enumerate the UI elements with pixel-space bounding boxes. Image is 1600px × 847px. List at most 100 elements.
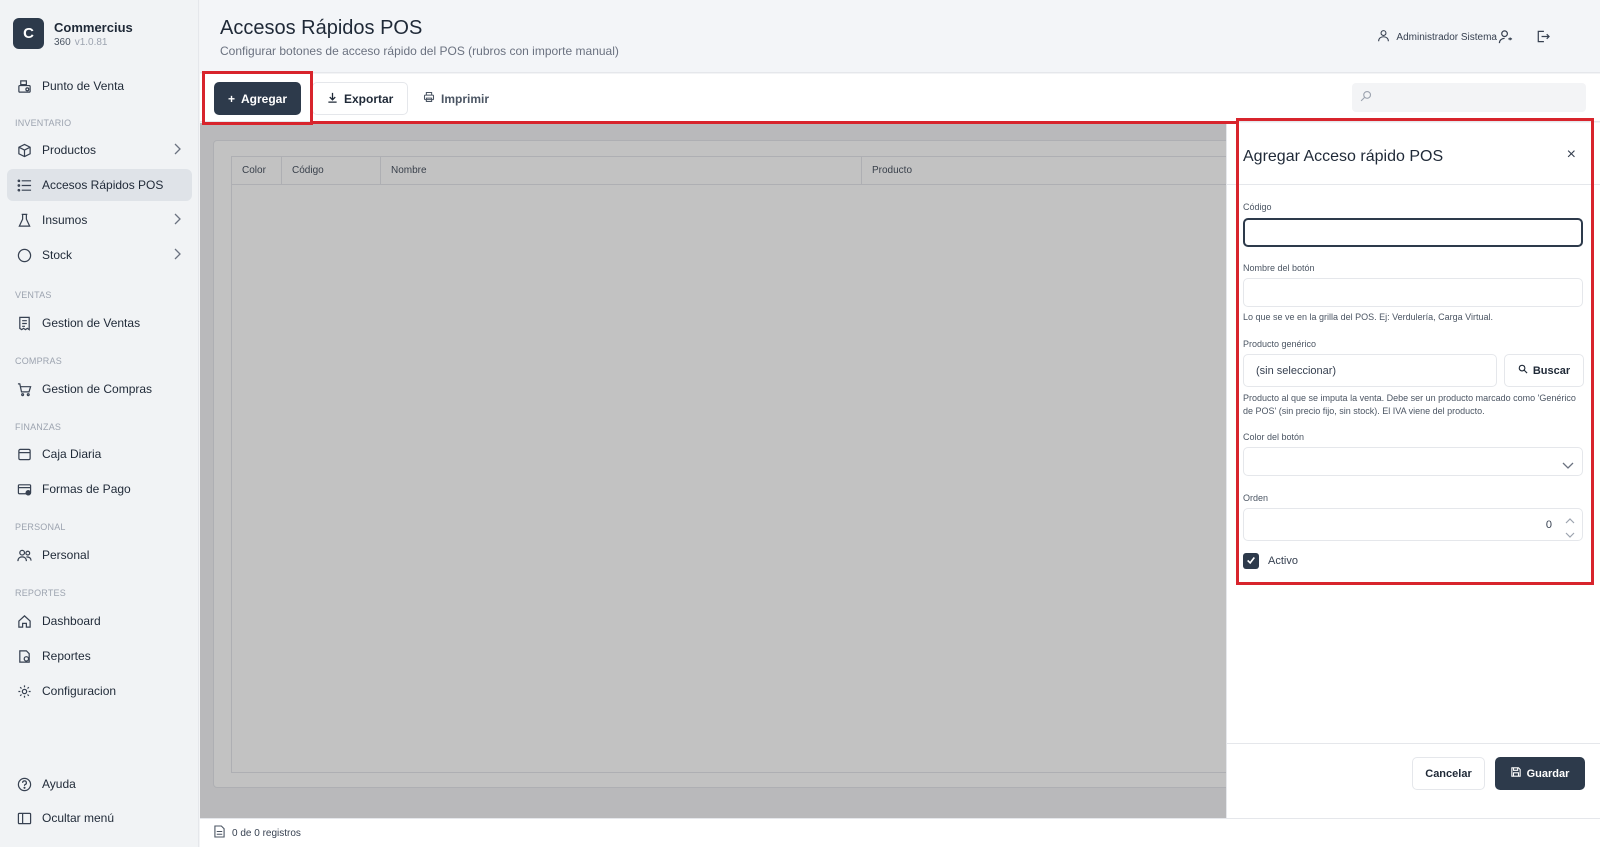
- sidebar-item-dashboard[interactable]: Dashboard: [7, 605, 192, 637]
- orden-label: Orden: [1243, 493, 1269, 503]
- orden-number-input[interactable]: 0: [1243, 508, 1583, 541]
- sidebar-item-label: Caja Diaria: [42, 447, 102, 461]
- report-icon: [16, 648, 32, 664]
- gear-icon: [16, 683, 32, 699]
- sidebar-item-punto-de-venta[interactable]: Punto de Venta: [7, 70, 192, 102]
- nombre-hint: Lo que se ve en la grilla del POS. Ej: V…: [1243, 312, 1493, 322]
- sidebar-item-ocultar-menu[interactable]: Ocultar menú: [7, 802, 192, 834]
- section-personal: PERSONAL: [15, 522, 66, 532]
- box-icon: [16, 142, 32, 158]
- cash-box-icon: [16, 446, 32, 462]
- home-icon: [16, 613, 32, 629]
- brand-version: v1.0.81: [74, 36, 108, 48]
- brand-name: Commercius: [54, 19, 133, 35]
- save-button-label: Guardar: [1526, 767, 1570, 780]
- nombre-label: Nombre del botón: [1243, 263, 1315, 273]
- logout-icon[interactable]: [1532, 26, 1552, 46]
- receipt-icon: [16, 315, 32, 331]
- plus-icon: +: [228, 91, 236, 106]
- sidebar-item-label: Accesos Rápidos POS: [42, 178, 164, 192]
- section-ventas: VENTAS: [15, 290, 52, 300]
- sidebar-item-label: Reportes: [42, 649, 91, 663]
- sidebar-item-reportes[interactable]: Reportes: [7, 640, 192, 672]
- sidebar-item-label: Personal: [42, 548, 90, 562]
- users-icon: [16, 547, 32, 563]
- page-subtitle: Configurar botones de acceso rápido del …: [220, 44, 619, 58]
- print-button-label: Imprimir: [441, 91, 490, 106]
- sidebar-item-label: Ocultar menú: [42, 811, 115, 825]
- sidebar-collapse-icon: [16, 810, 32, 826]
- section-compras: COMPRAS: [15, 356, 62, 366]
- flask-icon: [16, 212, 32, 228]
- buscar-label: Buscar: [1532, 364, 1571, 377]
- sidebar-item-gestion-compras[interactable]: Gestion de Compras: [7, 373, 192, 405]
- user-name: Administrador Sistema: [1396, 31, 1497, 43]
- switch-user-icon[interactable]: [1495, 26, 1515, 46]
- sidebar-item-formas-de-pago[interactable]: Formas de Pago: [7, 473, 192, 505]
- brand: C Commercius 360 v1.0.81: [13, 18, 133, 49]
- codigo-input[interactable]: [1243, 218, 1583, 247]
- export-button[interactable]: Exportar: [312, 82, 409, 115]
- add-quick-access-drawer: Agregar Acceso rápido POS × Código Nombr…: [1226, 123, 1600, 818]
- color-select[interactable]: [1243, 447, 1583, 476]
- search-icon: [1360, 89, 1372, 107]
- producto-field: (sin seleccionar): [1243, 354, 1497, 387]
- sidebar-item-productos[interactable]: Productos: [7, 134, 192, 166]
- orden-value: 0: [1545, 519, 1552, 531]
- search-input[interactable]: [1352, 83, 1586, 112]
- chevron-right-icon: [172, 143, 182, 158]
- user-menu[interactable]: Administrador Sistema: [1377, 29, 1497, 45]
- buscar-button[interactable]: Buscar: [1504, 354, 1584, 387]
- save-icon: [1510, 767, 1521, 780]
- sidebar-item-accesos-rapidos[interactable]: Accesos Rápidos POS: [7, 169, 192, 201]
- modal-backdrop[interactable]: [200, 123, 1226, 818]
- activo-checkbox[interactable]: [1243, 553, 1259, 569]
- printer-icon: [423, 91, 435, 106]
- stepper-down-icon[interactable]: [1565, 526, 1575, 544]
- page-title: Accesos Rápidos POS: [220, 17, 423, 39]
- drawer-footer-divider: [1227, 743, 1600, 744]
- check-icon: [1246, 552, 1256, 570]
- chevron-right-icon: [172, 213, 182, 228]
- nombre-input[interactable]: [1243, 278, 1583, 307]
- sidebar-item-label: Punto de Venta: [42, 79, 125, 93]
- add-button-label: Agregar: [241, 91, 288, 106]
- help-icon: [16, 776, 32, 792]
- close-icon[interactable]: ×: [1567, 146, 1576, 164]
- document-icon: [214, 825, 225, 841]
- user-icon: [1377, 29, 1390, 45]
- sidebar-item-label: Insumos: [42, 213, 88, 227]
- sidebar-item-personal[interactable]: Personal: [7, 539, 192, 571]
- status-bar: 0 de 0 registros: [200, 818, 1600, 847]
- sidebar-item-gestion-ventas[interactable]: Gestion de Ventas: [7, 307, 192, 339]
- sidebar-item-label: Gestion de Ventas: [42, 316, 141, 330]
- sidebar-item-configuracion[interactable]: Configuracion: [7, 675, 192, 707]
- sidebar-item-label: Stock: [42, 248, 73, 262]
- section-finanzas: FINANZAS: [15, 422, 62, 432]
- list-icon: [16, 177, 32, 193]
- brand-logo: C: [13, 18, 44, 49]
- section-reportes: REPORTES: [15, 588, 66, 598]
- save-button[interactable]: Guardar: [1495, 757, 1585, 790]
- drawer-title: Agregar Acceso rápido POS: [1243, 148, 1444, 165]
- page-header: Accesos Rápidos POS Configurar botones d…: [200, 0, 1600, 73]
- add-button[interactable]: + Agregar: [214, 82, 302, 115]
- sidebar-item-insumos[interactable]: Insumos: [7, 204, 192, 236]
- sidebar-item-label: Gestion de Compras: [42, 382, 153, 396]
- records-count: 0 de 0 registros: [232, 827, 301, 839]
- section-inventario: INVENTARIO: [15, 118, 72, 128]
- codigo-label: Código: [1243, 202, 1272, 212]
- cash-register-icon: [16, 78, 32, 94]
- sidebar-item-ayuda[interactable]: Ayuda: [7, 768, 192, 800]
- sidebar-item-caja-diaria[interactable]: Caja Diaria: [7, 438, 192, 470]
- sidebar-item-label: Formas de Pago: [42, 482, 131, 496]
- cancel-button[interactable]: Cancelar: [1412, 757, 1485, 790]
- producto-hint: Producto al que se imputa la venta. Debe…: [1243, 393, 1576, 416]
- search-icon: [1518, 364, 1528, 377]
- sidebar-item-stock[interactable]: Stock: [7, 239, 192, 271]
- circle-icon: [16, 247, 32, 263]
- print-button[interactable]: Imprimir: [409, 82, 503, 115]
- cart-icon: [16, 381, 32, 397]
- sidebar-item-label: Ayuda: [42, 777, 76, 791]
- sidebar: C Commercius 360 v1.0.81 Punto de Venta I…: [0, 0, 199, 847]
